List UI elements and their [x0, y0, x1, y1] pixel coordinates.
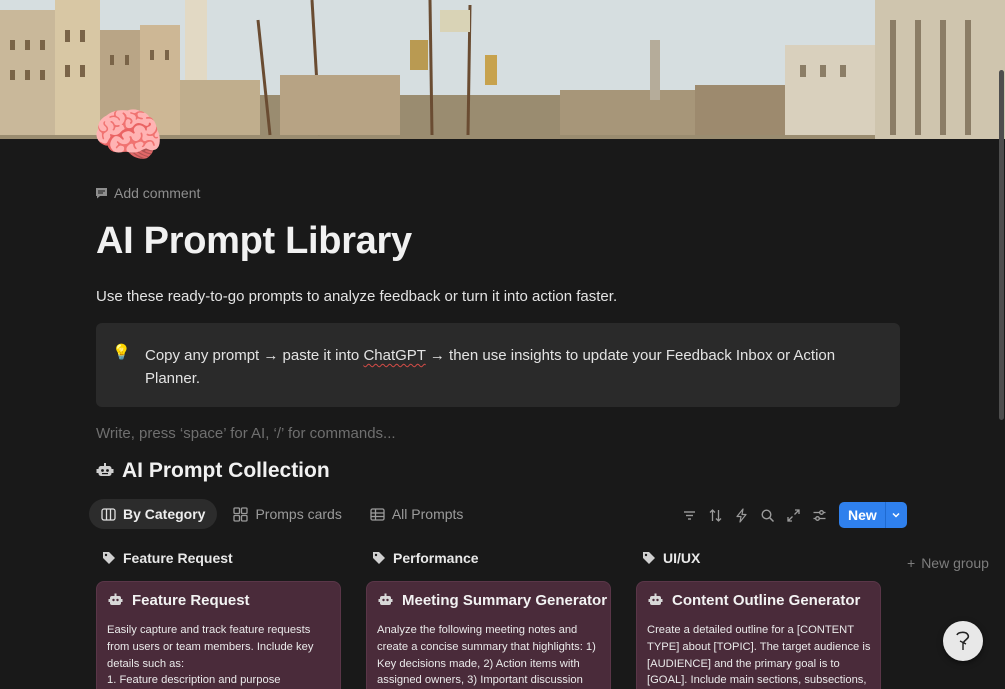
expand-button[interactable]: [780, 502, 806, 528]
board-icon: [101, 507, 116, 521]
question-mark-icon: [956, 631, 970, 650]
sort-button[interactable]: [702, 502, 728, 528]
tab-by-category[interactable]: By Category: [89, 499, 218, 529]
card-line: create a concise summary that highlights…: [377, 640, 596, 653]
tab-label: Promps cards: [255, 506, 342, 522]
plus-icon: +: [907, 555, 916, 571]
tag-icon: [103, 552, 115, 564]
add-comment-button[interactable]: Add comment: [95, 185, 200, 201]
new-group-button[interactable]: + New group: [907, 555, 989, 571]
robot-icon: [96, 463, 114, 476]
group-label: Performance: [393, 550, 479, 566]
filter-icon: [683, 510, 695, 520]
card-line: Analyze the following meeting notes and: [377, 624, 578, 636]
callout-block[interactable]: 💡 Copy any prompt → paste it into ChatGP…: [96, 323, 900, 407]
view-settings-button[interactable]: [806, 502, 832, 528]
filter-button[interactable]: [676, 502, 702, 528]
card-line: Create a detailed outline for a [CONTENT: [647, 624, 855, 636]
page-icon-brain[interactable]: 🧠: [92, 104, 166, 168]
view-tabs: By Category Promps cards All Prompts: [89, 499, 475, 529]
tag-icon: [643, 552, 655, 564]
collection-title[interactable]: AI Prompt Collection: [96, 459, 330, 483]
tab-label: All Prompts: [391, 506, 464, 522]
expand-icon: [786, 508, 800, 522]
new-group-label: New group: [921, 555, 989, 571]
tag-icon: [373, 552, 385, 564]
add-comment-label: Add comment: [114, 185, 201, 201]
card-title-text: Content Outline Generator: [672, 592, 861, 609]
new-button[interactable]: New: [839, 502, 885, 528]
card-title-text: Feature Request: [132, 592, 250, 609]
card-title: Content Outline Generator: [648, 592, 860, 609]
card-preview: Analyze the following meeting notes and …: [377, 622, 605, 689]
card-line: assigned owners, 3) Important discussion: [377, 674, 583, 687]
new-button-group: New: [839, 502, 907, 528]
prompt-card[interactable]: Meeting Summary Generator Analyze the fo…: [366, 581, 611, 689]
new-dropdown-button[interactable]: [884, 502, 907, 528]
group-header-performance[interactable]: Performance: [372, 550, 479, 566]
card-line: Key decisions made, 2) Action items with: [377, 657, 580, 670]
group-header-ui-ux[interactable]: UI/UX: [642, 550, 700, 566]
automation-icon: [735, 507, 747, 523]
group-header-feature-request[interactable]: Feature Request: [102, 550, 233, 566]
help-button[interactable]: [943, 621, 983, 661]
page-scrollbar[interactable]: [999, 70, 1004, 420]
prompt-card[interactable]: Content Outline Generator Create a detai…: [636, 581, 881, 689]
callout-text[interactable]: Copy any prompt → paste it into ChatGPT …: [145, 344, 865, 390]
page-title[interactable]: AI Prompt Library: [96, 220, 412, 263]
tab-label: By Category: [123, 506, 206, 522]
tab-all-prompts[interactable]: All Prompts: [358, 499, 476, 529]
card-line: from users or team members. Include key: [107, 640, 314, 653]
sort-icon: [709, 508, 721, 522]
empty-block-placeholder[interactable]: Write, press ‘space’ for AI, ‘/’ for com…: [96, 425, 396, 442]
search-button[interactable]: [754, 502, 780, 528]
robot-icon: [108, 593, 123, 605]
card-line: details such as:: [107, 657, 185, 670]
card-title: Meeting Summary Generator: [378, 592, 607, 609]
automation-button[interactable]: [728, 502, 754, 528]
robot-icon: [648, 593, 663, 605]
table-icon: [370, 507, 385, 521]
card-preview: Easily capture and track feature request…: [107, 622, 335, 689]
card-line: 1. Feature description and purpose: [107, 674, 281, 687]
lightbulb-icon[interactable]: 💡: [112, 343, 131, 361]
card-line: Easily capture and track feature request…: [107, 624, 311, 636]
comment-icon: [96, 188, 107, 199]
card-title: Feature Request: [108, 592, 250, 609]
prompt-card[interactable]: Feature Request Easily capture and track…: [96, 581, 341, 689]
card-preview: Create a detailed outline for a [CONTENT…: [647, 622, 875, 689]
group-label: Feature Request: [123, 550, 233, 566]
group-label: UI/UX: [663, 550, 701, 566]
collection-toolbar: New: [676, 502, 907, 528]
collection-title-text: AI Prompt Collection: [122, 459, 330, 482]
card-title-text: Meeting Summary Generator: [402, 592, 608, 609]
tab-promps-cards[interactable]: Promps cards: [221, 499, 353, 529]
settings-icon: [813, 509, 825, 521]
chevron-down-icon: [892, 512, 900, 518]
callout-text-part: Copy any prompt → paste it into: [145, 347, 364, 364]
gallery-icon: [233, 506, 249, 522]
card-line: TYPE] about [TOPIC]. The target audience…: [647, 640, 871, 653]
card-line: [GOAL]. Include main sections, subsectio…: [647, 674, 867, 687]
search-icon: [760, 508, 774, 522]
spellcheck-word: ChatGPT: [363, 347, 426, 364]
page-description[interactable]: Use these ready-to-go prompts to analyze…: [96, 288, 617, 305]
robot-icon: [378, 593, 393, 605]
card-line: [AUDIENCE] and the primary goal is to: [647, 657, 840, 670]
